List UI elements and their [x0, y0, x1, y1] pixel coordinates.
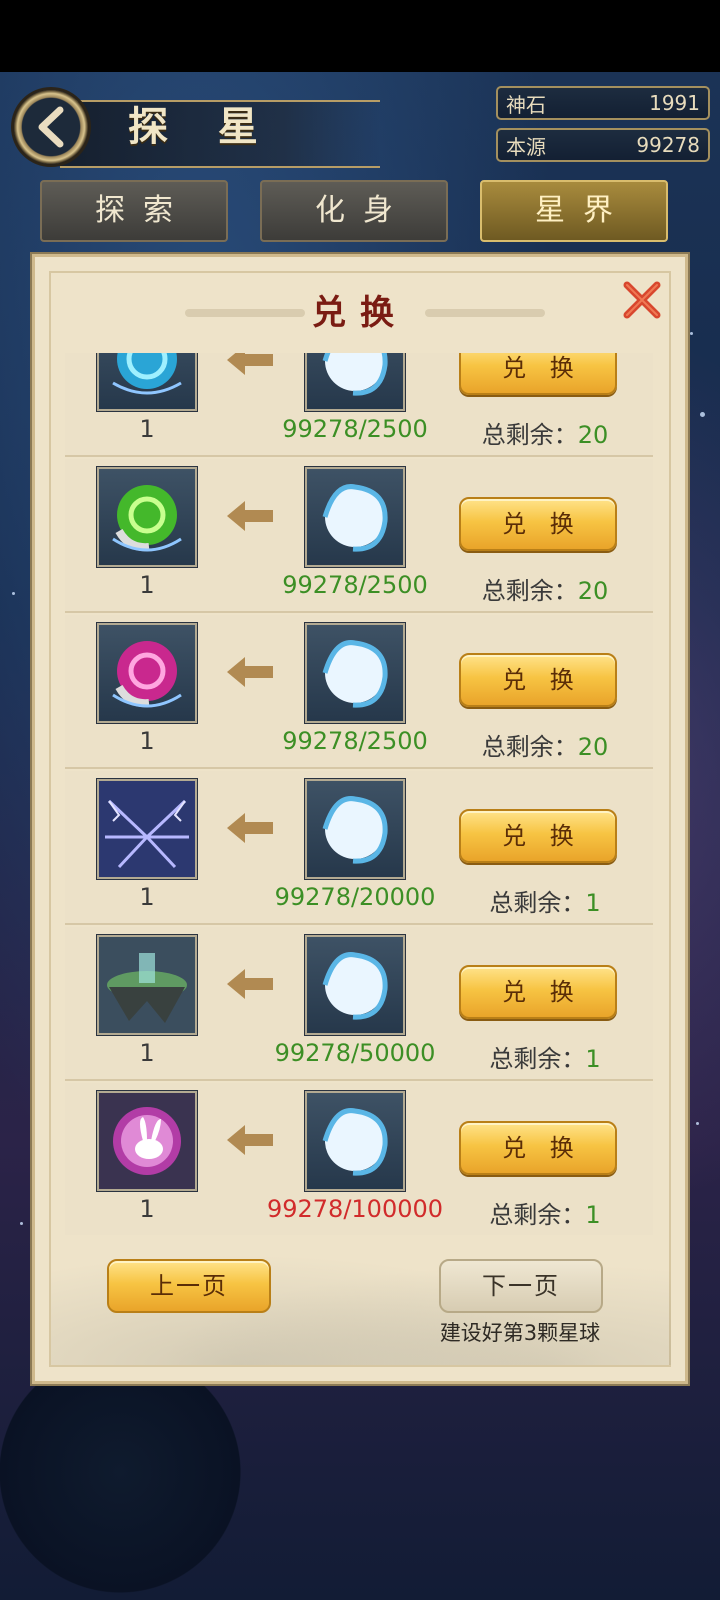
- reward-quantity: 1: [139, 415, 155, 443]
- exchange-button[interactable]: 兑 换: [459, 497, 617, 551]
- green-orb-icon[interactable]: [96, 466, 198, 568]
- exchange-row: 1 99278/100000 兑 换 总剩余：1: [65, 1083, 653, 1235]
- lightning-wings-icon[interactable]: [96, 778, 198, 880]
- source-crystal-icon[interactable]: [304, 622, 406, 724]
- exchange-row: 1 99278/50000 兑 换 总剩余：1: [65, 927, 653, 1081]
- remaining-count: 总剩余：1: [489, 1201, 601, 1229]
- remaining-count: 总剩余：20: [481, 421, 609, 449]
- resource-benyuan: 本源 99278: [496, 128, 710, 162]
- cost-progress: 99278/20000: [274, 883, 436, 911]
- cost-progress: 99278/50000: [274, 1039, 436, 1067]
- back-button[interactable]: [14, 90, 88, 164]
- resource-value: 99278: [636, 133, 700, 157]
- cost-progress: 99278/100000: [266, 1195, 444, 1223]
- reward-quantity: 1: [139, 1195, 155, 1223]
- resource-label: 本源: [506, 134, 546, 159]
- remaining-count: 总剩余：1: [489, 889, 601, 917]
- prev-page-button[interactable]: 上一页: [107, 1259, 271, 1313]
- game-scene: 探 星 神石 1991 本源 99278 探索 化身 星界 兑换 1 99278…: [0, 72, 720, 1600]
- status-bar: [0, 0, 720, 72]
- arrow-left-icon: [227, 813, 273, 843]
- arrow-left-icon: [227, 969, 273, 999]
- exchange-button[interactable]: 兑 换: [459, 353, 617, 395]
- exchange-row: 1 99278/2500 兑 换 总剩余：20: [65, 353, 653, 457]
- resource-label: 神石: [506, 92, 546, 117]
- exchange-button[interactable]: 兑 换: [459, 1121, 617, 1175]
- tab-explore[interactable]: 探索: [40, 180, 228, 242]
- resource-shenshi: 神石 1991: [496, 86, 710, 120]
- reward-quantity: 1: [139, 883, 155, 911]
- next-page-requirement: 建设好第3颗星球: [439, 1321, 601, 1345]
- remaining-count: 总剩余：20: [481, 733, 609, 761]
- tab-star-realm[interactable]: 星界: [480, 180, 668, 242]
- cyan-orb-icon[interactable]: [96, 353, 198, 412]
- exchange-row: 1 99278/20000 兑 换 总剩余：1: [65, 771, 653, 925]
- floating-island-icon[interactable]: [96, 934, 198, 1036]
- exchange-list[interactable]: 1 99278/2500 兑 换 总剩余：20 1 99278/2500 兑 换…: [65, 353, 653, 1235]
- magenta-orb-icon[interactable]: [96, 622, 198, 724]
- exchange-button[interactable]: 兑 换: [459, 965, 617, 1019]
- cost-progress: 99278/2500: [282, 571, 428, 599]
- reward-quantity: 1: [139, 1039, 155, 1067]
- back-arrow-icon: [38, 106, 64, 148]
- reward-quantity: 1: [139, 571, 155, 599]
- resource-value: 1991: [649, 91, 700, 115]
- source-crystal-icon[interactable]: [304, 778, 406, 880]
- next-page-button[interactable]: 下一页: [439, 1259, 603, 1313]
- reward-quantity: 1: [139, 727, 155, 755]
- remaining-count: 总剩余：20: [481, 577, 609, 605]
- exchange-row: 1 99278/2500 兑 换 总剩余：20: [65, 615, 653, 769]
- dialog-title: 兑换: [312, 293, 408, 333]
- arrow-left-icon: [227, 657, 273, 687]
- page-title: 探 星: [128, 103, 276, 150]
- cost-progress: 99278/2500: [282, 415, 428, 443]
- source-crystal-icon[interactable]: [304, 353, 406, 412]
- exchange-button[interactable]: 兑 换: [459, 809, 617, 863]
- tab-avatar[interactable]: 化身: [260, 180, 448, 242]
- exchange-dialog: 兑换 1 99278/2500 兑 换 总剩余：20 1 99278/2500 …: [32, 254, 688, 1384]
- close-icon[interactable]: [619, 277, 665, 323]
- arrow-left-icon: [227, 1125, 273, 1155]
- source-crystal-icon[interactable]: [304, 466, 406, 568]
- arrow-left-icon: [227, 501, 273, 531]
- cost-progress: 99278/2500: [282, 727, 428, 755]
- exchange-row: 1 99278/2500 兑 换 总剩余：20: [65, 459, 653, 613]
- rabbit-emblem-icon[interactable]: [96, 1090, 198, 1192]
- source-crystal-icon[interactable]: [304, 934, 406, 1036]
- remaining-count: 总剩余：1: [489, 1045, 601, 1073]
- source-crystal-icon[interactable]: [304, 1090, 406, 1192]
- arrow-left-icon: [227, 353, 273, 375]
- exchange-button[interactable]: 兑 换: [459, 653, 617, 707]
